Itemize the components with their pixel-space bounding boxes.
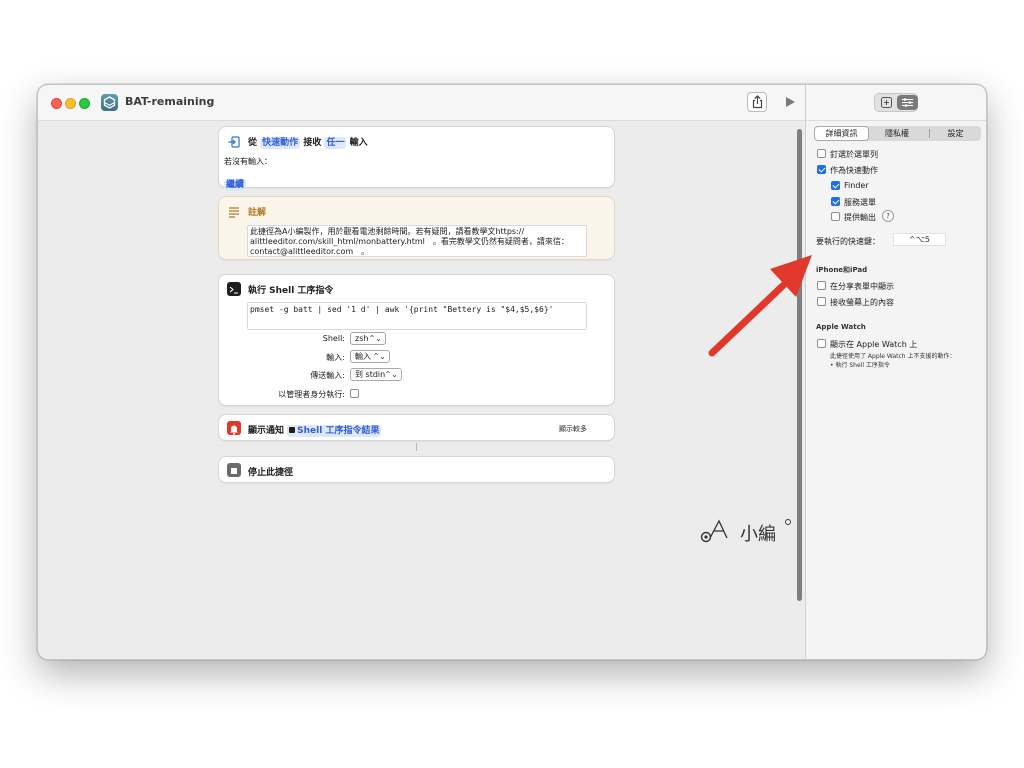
shortcut-key-field[interactable]: ^⌥5 (893, 233, 946, 246)
comment-icon (227, 204, 241, 218)
window-title: BAT-remaining (125, 95, 215, 108)
shell-label: Shell: (322, 334, 345, 343)
show-more-button[interactable]: 顯示較多 (559, 424, 587, 434)
stop-title: 停止此捷徑 (248, 468, 294, 478)
add-action-icon (881, 97, 892, 108)
provide-output-checkbox[interactable] (831, 212, 840, 221)
title-bar: BAT-remaining (38, 85, 805, 121)
finder-label: Finder (844, 181, 869, 190)
watermark-text: 小編 (740, 524, 776, 545)
show-watch-label: 顯示在 Apple Watch 上 (830, 340, 918, 349)
token-quick-action[interactable]: 快速動作 (260, 137, 301, 149)
share-button[interactable] (747, 92, 767, 112)
pin-menu-checkbox[interactable] (817, 149, 826, 158)
admin-checkbox[interactable] (350, 389, 359, 398)
services-label: 服務選單 (844, 198, 876, 207)
receive-prefix: 從 (248, 138, 258, 148)
details-toggle[interactable] (897, 95, 918, 110)
input-popup[interactable]: 輸入 ⌃⌄ (350, 350, 390, 363)
annotation-arrow-icon (708, 255, 812, 357)
comment-action[interactable]: 註解 此捷徑為A小編製作，用於觀看電池剩餘時間。若有疑問，請看教學文https:… (218, 196, 615, 260)
details-sidebar: 詳細資訊 隱私權 設定 釘選於選單列 作為快速動作 Finder 服務選單 提供… (805, 85, 986, 659)
shell-script-text: pmset -g batt | sed '1 d' | awk '{print … (250, 305, 554, 314)
sidebar-toolbar (806, 85, 986, 121)
action-connector (416, 443, 417, 451)
services-checkbox[interactable] (831, 197, 840, 206)
notify-title: 顯示通知 (248, 426, 285, 436)
comment-line-1: 此捷徑為A小編製作，用於觀看電池剩餘時間。若有疑問，請看教學文https:// (250, 227, 525, 236)
token-any-type[interactable]: 任一 (324, 137, 347, 149)
editor-scrollbar-thumb[interactable] (797, 129, 802, 601)
receive-input-action[interactable]: 從 快速動作 接收 任一 輸入 若沒有輸入： 繼續 (218, 126, 615, 191)
terminal-icon (227, 282, 241, 296)
comment-line-2: alittleeditor.com/skill_html/monbattery.… (250, 237, 569, 246)
help-button[interactable]: ? (882, 210, 894, 222)
workflow-editor: 從 快速動作 接收 任一 輸入 若沒有輸入： 繼續 註解 此捷徑為A小編製作，用… (38, 121, 805, 659)
token-shell-result[interactable]: Shell 工序指令結果 (287, 425, 382, 437)
shell-popup[interactable]: zsh ⌃⌄ (350, 332, 386, 345)
pass-input-label: 傳送輸入: (310, 371, 345, 380)
admin-label: 以管理者身分執行: (278, 390, 345, 399)
sidebar-mode-toggle[interactable] (874, 93, 918, 112)
bell-icon (227, 421, 241, 435)
comment-line-3: contact@alittleeditor.com 。 (250, 247, 370, 256)
popup-chevron-icon: ⌃⌄ (372, 352, 386, 361)
screen-content-label: 接收螢幕上的內容 (830, 298, 894, 307)
sliders-icon (902, 98, 913, 107)
receive-mid: 接收 (303, 138, 322, 148)
comment-title: 註解 (248, 208, 267, 218)
notify-title-row: 顯示通知 Shell 工序指令結果 (248, 423, 382, 437)
tab-privacy[interactable]: 隱私權 (869, 126, 925, 141)
shortcuts-window: BAT-remaining 從 快速動作 接收 任一 輸入 若沒有輸入： 繼續 (37, 84, 987, 660)
close-button[interactable] (51, 98, 62, 109)
watch-note-line-1: 此捷徑使用了 Apple Watch 上不支援的動作： (830, 353, 956, 360)
popup-chevron-icon: ⌃⌄ (368, 334, 382, 343)
watch-section-heading: Apple Watch (816, 323, 866, 331)
pass-input-popup[interactable]: 到 stdin ⌃⌄ (350, 368, 402, 381)
run-shell-action[interactable]: 執行 Shell 工序指令 pmset -g batt | sed '1 d' … (218, 274, 615, 406)
pass-input-popup-value: 到 stdin (355, 370, 386, 379)
library-toggle[interactable] (876, 95, 897, 110)
finder-checkbox[interactable] (831, 181, 840, 190)
popup-chevron-icon: ⌃⌄ (384, 370, 398, 379)
iphone-section-heading: iPhone和iPad (816, 266, 868, 274)
receive-suffix: 輸入 (349, 138, 368, 148)
show-notification-action[interactable]: 顯示通知 Shell 工序指令結果 顯示較多 (218, 414, 615, 441)
input-popup-value: 輸入 (355, 352, 371, 361)
play-icon (786, 97, 795, 107)
no-input-option: 繼續 (224, 172, 247, 191)
input-label: 輸入: (326, 353, 345, 362)
share-sheet-label: 在分享表單中顯示 (830, 282, 894, 291)
receive-title: 從 快速動作 接收 任一 輸入 (248, 135, 368, 149)
shell-title: 執行 Shell 工序指令 (248, 286, 334, 296)
quick-action-checkbox[interactable] (817, 165, 826, 174)
watermark-logo: 小編 (700, 516, 792, 550)
terminal-mini-icon (289, 427, 296, 433)
share-icon (752, 95, 763, 109)
provide-output-label: 提供輸出 (844, 213, 876, 222)
minimize-button[interactable] (65, 98, 76, 109)
quick-action-label: 作為快速動作 (830, 166, 878, 175)
shell-popup-value: zsh (355, 334, 369, 343)
zoom-button[interactable] (79, 98, 90, 109)
shell-script-editor[interactable]: pmset -g batt | sed '1 d' | awk '{print … (247, 302, 587, 330)
shortcut-app-icon (101, 94, 118, 111)
no-input-label: 若沒有輸入： (224, 157, 272, 166)
sidebar-tabs: 詳細資訊 隱私權 設定 (814, 126, 981, 141)
pin-menu-label: 釘選於選單列 (830, 150, 878, 159)
input-icon (227, 134, 241, 148)
stop-shortcut-action[interactable]: 停止此捷徑 (218, 456, 615, 483)
tab-details[interactable]: 詳細資訊 (814, 126, 869, 141)
stop-icon (227, 463, 241, 477)
tab-settings[interactable]: 設定 (930, 126, 981, 141)
token-shell-result-label: Shell 工序指令結果 (297, 426, 380, 436)
shortcut-key-label: 要執行的快速鍵： (816, 237, 880, 246)
watch-note-line-2: • 執行 Shell 工序指令 (830, 362, 890, 369)
run-button[interactable] (782, 94, 798, 110)
comment-text-box[interactable]: 此捷徑為A小編製作，用於觀看電池剩餘時間。若有疑問，請看教學文https:// … (247, 225, 587, 257)
token-continue[interactable]: 繼續 (224, 179, 247, 191)
